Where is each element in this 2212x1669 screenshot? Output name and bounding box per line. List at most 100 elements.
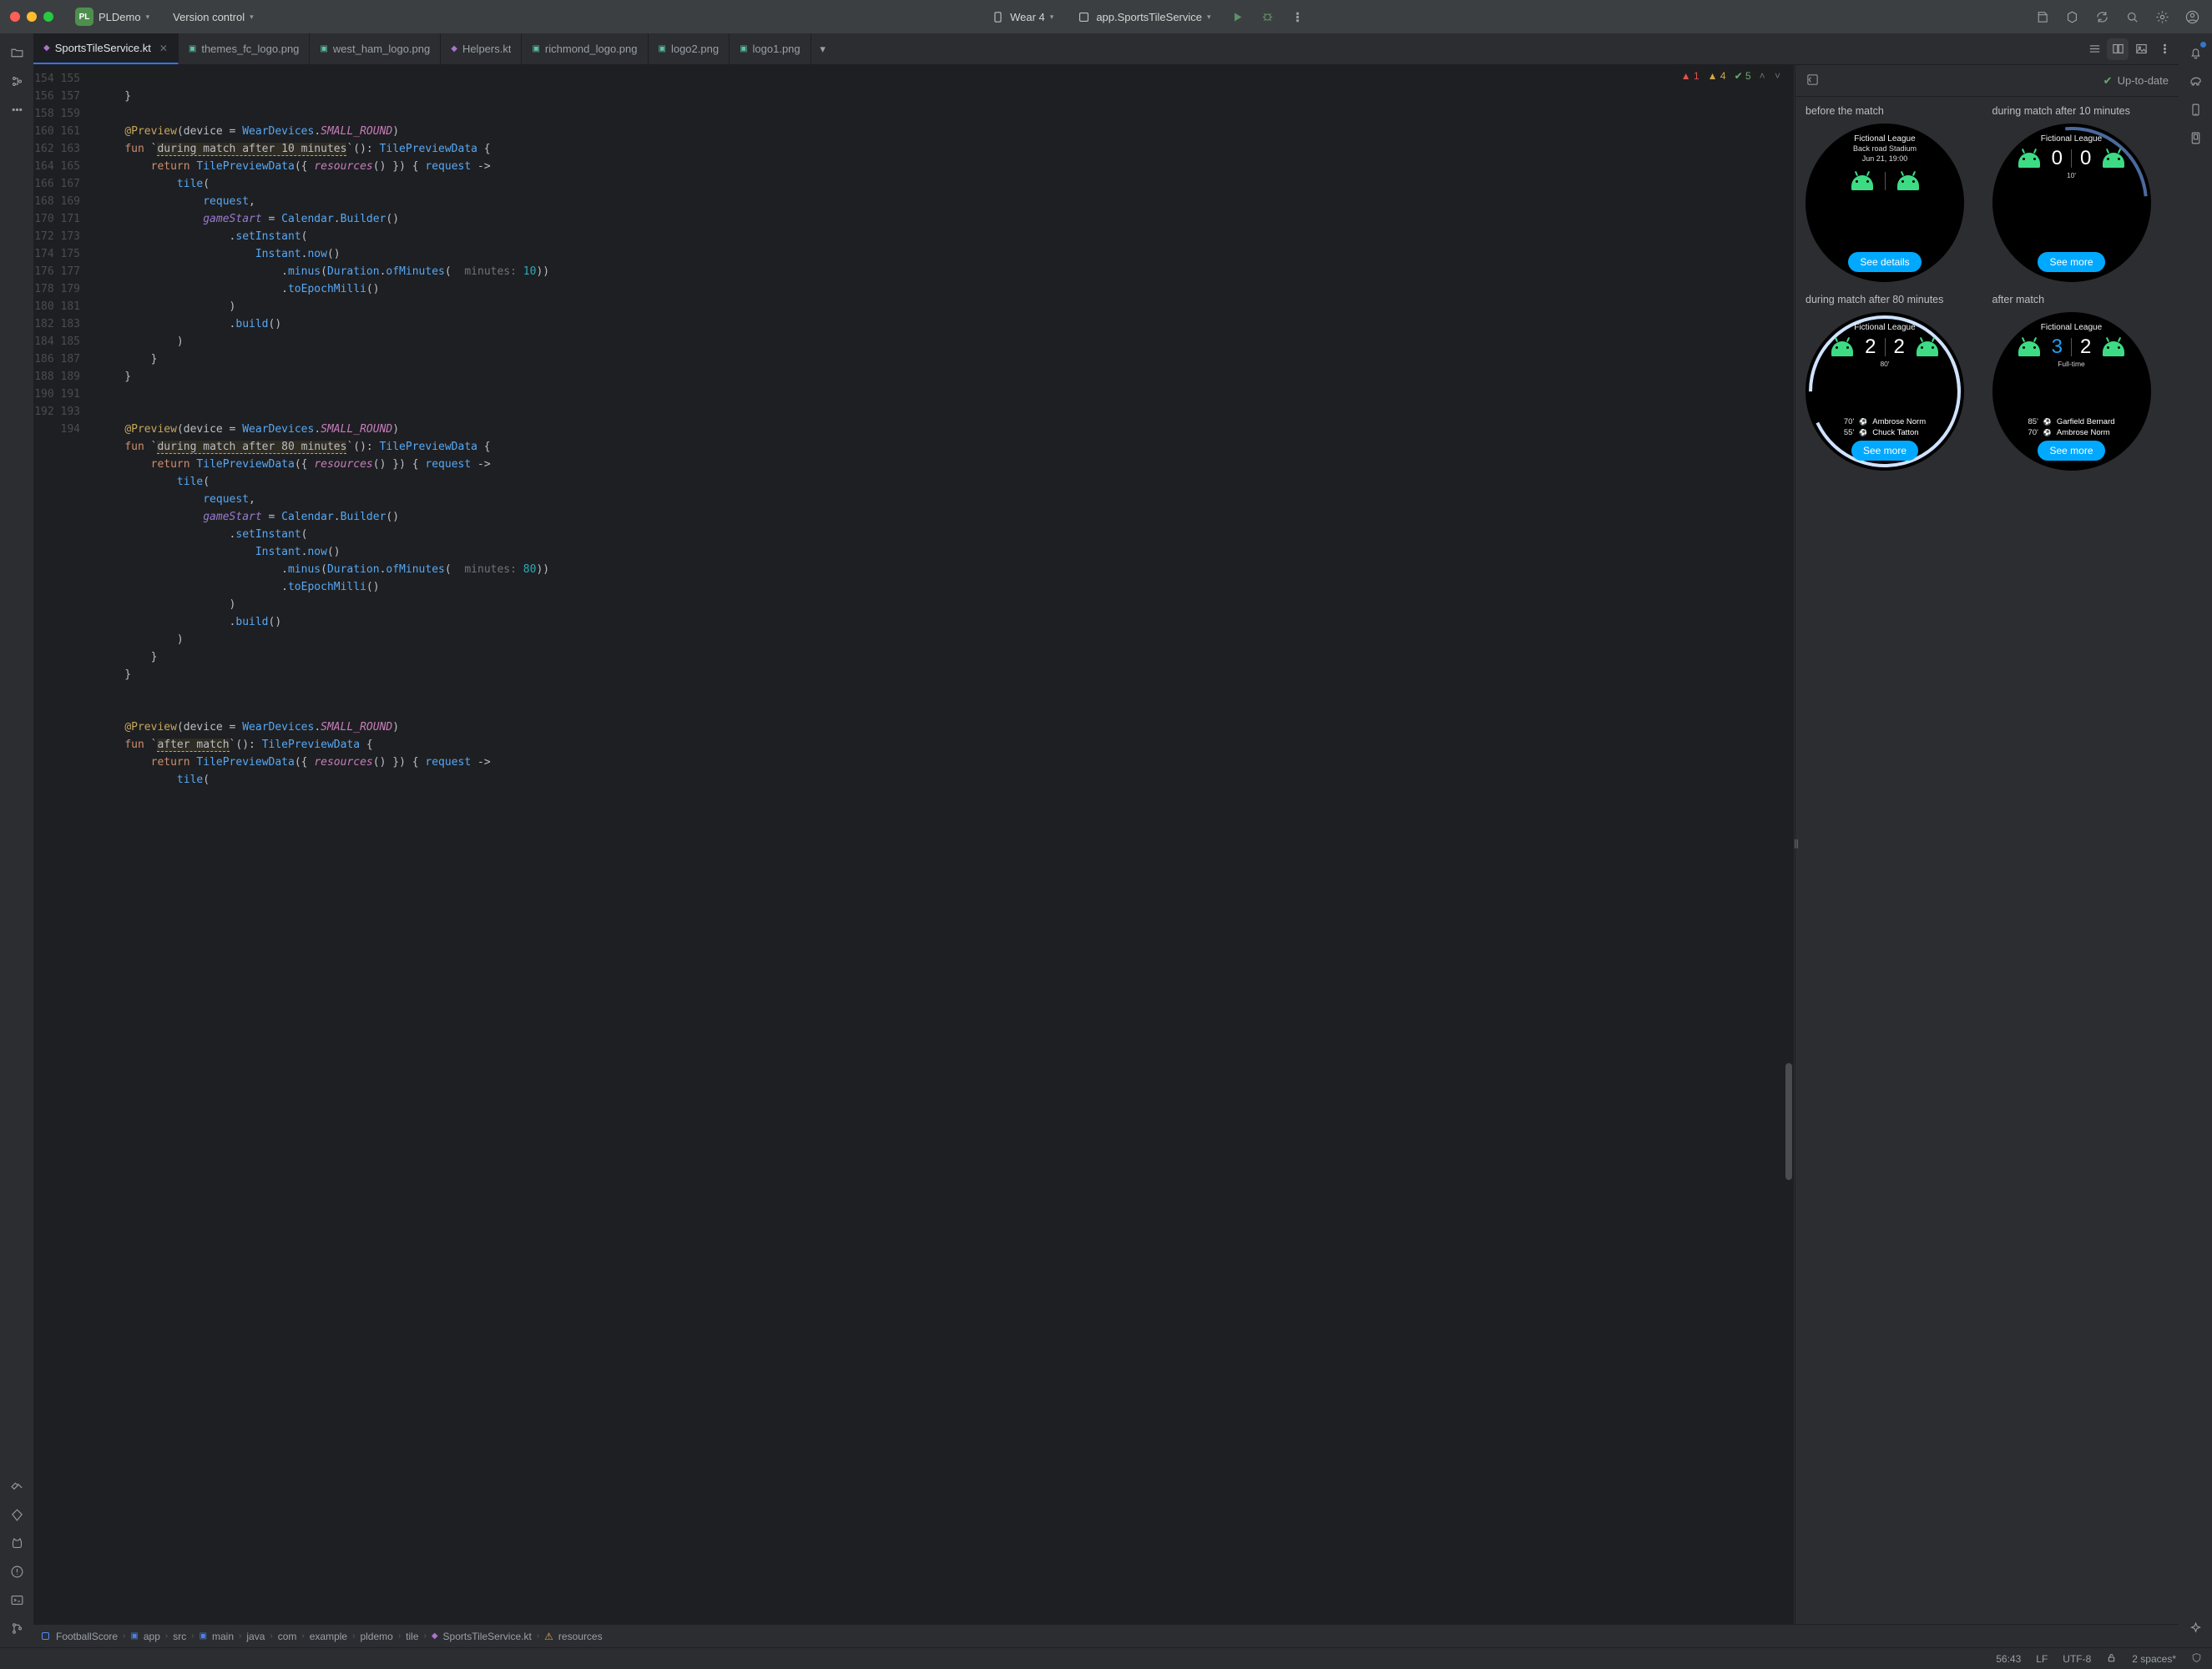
notifications-button[interactable]: [2183, 40, 2208, 65]
preview-refresh-button[interactable]: [1805, 73, 1820, 89]
run-config-selector[interactable]: app.SportsTileService ▾: [1070, 7, 1217, 28]
tab-label: logo1.png: [753, 43, 800, 55]
see-more-button[interactable]: See more: [2038, 252, 2104, 272]
see-more-button[interactable]: See more: [1851, 441, 1918, 461]
file-encoding[interactable]: UTF-8: [2063, 1653, 2091, 1665]
crumb[interactable]: app: [144, 1631, 160, 1642]
device-manager-button[interactable]: [2183, 97, 2208, 122]
search-everywhere-button[interactable]: [2122, 7, 2142, 27]
project-badge: PL: [75, 8, 93, 26]
project-dropdown[interactable]: PL PLDemo ▾: [68, 4, 156, 29]
tab-themes-fc-logo[interactable]: ▣ themes_fc_logo.png: [179, 33, 311, 64]
editor-tabs: ◆ SportsTileService.kt ✕ ▣ themes_fc_log…: [33, 33, 2179, 65]
code-editor[interactable]: ▲ 1 ▲ 4 ✔ 5 ˄ ˅ 154 155 156 157 158 159 …: [33, 65, 1795, 1624]
inspection-nav-icons[interactable]: ˄ ˅: [1760, 70, 1784, 82]
problems-tool-button[interactable]: [4, 1559, 29, 1584]
updates-button[interactable]: [2092, 7, 2112, 27]
inspections-widget[interactable]: ▲ 1 ▲ 4 ✔ 5 ˄ ˅: [1678, 68, 1787, 83]
tab-richmond-logo[interactable]: ▣ richmond_logo.png: [522, 33, 648, 64]
project-tool-button[interactable]: [4, 40, 29, 65]
code-area[interactable]: } @Preview(device = WearDevices.SMALL_RO…: [92, 65, 1784, 1624]
team-away-icon: [2099, 338, 2128, 356]
debug-button[interactable]: [1258, 7, 1278, 27]
phone-icon: [2189, 103, 2203, 117]
kotlin-file-icon: ◆: [432, 1631, 438, 1641]
editor-more[interactable]: [2154, 38, 2175, 60]
kotlin-file-icon: ◆: [451, 44, 457, 53]
build-tool-button[interactable]: [4, 1474, 29, 1499]
tab-helpers[interactable]: ◆ Helpers.kt: [441, 33, 522, 64]
scrollbar-thumb[interactable]: [1785, 1063, 1792, 1180]
crumb[interactable]: pldemo: [360, 1631, 392, 1642]
emulator-button[interactable]: [2183, 125, 2208, 150]
crumb[interactable]: java: [246, 1631, 265, 1642]
vcs-label: Version control: [173, 11, 245, 23]
league-label: Fictional League: [1854, 134, 1915, 144]
diamond-icon: [10, 1508, 24, 1522]
tab-west-ham-logo[interactable]: ▣ west_ham_logo.png: [310, 33, 441, 64]
crumb[interactable]: resources: [558, 1631, 603, 1642]
indent-settings[interactable]: 2 spaces*: [2132, 1653, 2176, 1665]
caret-position[interactable]: 56:43: [1996, 1653, 2021, 1665]
see-more-button[interactable]: See more: [2038, 441, 2104, 461]
tab-logo1[interactable]: ▣ logo1.png: [730, 33, 811, 64]
preview-cell-after-match: after match Fictional League 3 2 Full-ti…: [1992, 294, 2169, 471]
crumb[interactable]: SportsTileService.kt: [443, 1631, 532, 1642]
datetime-label: Jun 21, 19:00: [1862, 154, 1908, 164]
settings-button[interactable]: [2152, 7, 2172, 27]
gradle-tool-button[interactable]: [2183, 68, 2208, 93]
vcs-tool-button[interactable]: [4, 1616, 29, 1641]
logcat-tool-button[interactable]: [4, 1530, 29, 1556]
tab-logo2[interactable]: ▣ logo2.png: [649, 33, 730, 64]
editor-view-list[interactable]: [2083, 38, 2105, 60]
score-home: 3: [2052, 335, 2063, 359]
terminal-tool-button[interactable]: [4, 1587, 29, 1612]
goal-line: 55'⚽Chuck Tatton: [1844, 428, 1926, 437]
score-away: 2: [2080, 335, 2091, 359]
image-file-icon: ▣: [740, 44, 747, 53]
folder-icon: ▣: [130, 1631, 138, 1641]
see-details-button[interactable]: See details: [1848, 252, 1921, 272]
vcs-dropdown[interactable]: Version control ▾: [166, 8, 260, 27]
ide-status-indicator[interactable]: [2191, 1652, 2202, 1666]
services-button[interactable]: [2062, 7, 2082, 27]
line-separator[interactable]: LF: [2036, 1653, 2048, 1665]
team-home-icon: [2015, 338, 2043, 356]
code-with-me-button[interactable]: [2032, 7, 2052, 27]
tabs-overflow[interactable]: ▾: [811, 33, 835, 64]
close-tab-icon[interactable]: ✕: [159, 43, 168, 54]
preview-grid: before the match Fictional League Back r…: [1795, 97, 2179, 1624]
tab-sports-tile-service[interactable]: ◆ SportsTileService.kt ✕: [33, 33, 179, 64]
crumb[interactable]: tile: [406, 1631, 418, 1642]
user-icon: [2185, 10, 2199, 24]
structure-tool-button[interactable]: [4, 68, 29, 93]
ai-assistant-button[interactable]: [2183, 1616, 2208, 1641]
account-button[interactable]: [2182, 7, 2202, 27]
crumb[interactable]: com: [278, 1631, 297, 1642]
crumb[interactable]: FootballScore: [56, 1631, 118, 1642]
editor-view-design[interactable]: [2130, 38, 2152, 60]
weak-warning-indicator: ✔ 5: [1735, 70, 1751, 82]
editor-view-split[interactable]: [2107, 38, 2129, 60]
image-file-icon: ▣: [659, 44, 666, 53]
device-selector[interactable]: Wear 4 ▾: [984, 7, 1060, 28]
more-tools-button[interactable]: [4, 97, 29, 122]
league-label: Fictional League: [2041, 134, 2102, 144]
minimize-window[interactable]: [27, 12, 37, 22]
more-actions[interactable]: [1288, 7, 1308, 27]
split-handle-icon[interactable]: ⦀: [1794, 838, 1799, 852]
readonly-toggle[interactable]: [2106, 1652, 2117, 1666]
crumb[interactable]: main: [212, 1631, 234, 1642]
bookmarks-tool-button[interactable]: [4, 1502, 29, 1527]
zoom-window[interactable]: [43, 12, 53, 22]
check-icon: ✔: [2103, 74, 2113, 88]
window-controls: [10, 12, 53, 22]
close-window[interactable]: [10, 12, 20, 22]
crumb[interactable]: example: [310, 1631, 347, 1642]
run-button[interactable]: [1228, 7, 1248, 27]
vertical-scrollbar[interactable]: [1784, 65, 1794, 1624]
match-minute: 80': [1880, 360, 1889, 368]
tab-label: themes_fc_logo.png: [201, 43, 299, 55]
crumb[interactable]: src: [173, 1631, 186, 1642]
goal-line: 85'⚽Garfield Bernard: [2028, 417, 2114, 426]
